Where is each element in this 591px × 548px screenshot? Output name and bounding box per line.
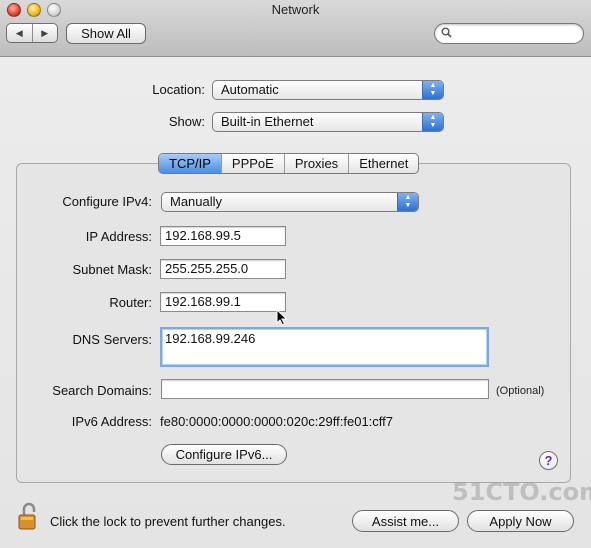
router-label: Router: bbox=[109, 295, 152, 310]
popup-arrows-icon: ▲ ▼ bbox=[422, 113, 443, 131]
location-value: Automatic bbox=[221, 82, 279, 97]
back-button[interactable]: ◀ bbox=[7, 24, 33, 42]
show-label: Show: bbox=[168, 114, 205, 129]
back-forward-control: ◀ ▶ bbox=[6, 23, 58, 43]
right-arrow-icon: ▶ bbox=[41, 27, 49, 38]
ipv6-address-label: IPv6 Address: bbox=[71, 414, 152, 429]
popup-arrows-icon: ▲ ▼ bbox=[397, 193, 418, 211]
lock-icon[interactable] bbox=[17, 502, 41, 530]
show-value: Built-in Ethernet bbox=[221, 114, 314, 129]
search-icon bbox=[441, 27, 452, 41]
configure-ipv4-label: Configure IPv4: bbox=[62, 194, 152, 209]
question-mark-icon: ? bbox=[544, 453, 553, 468]
search-domains-label: Search Domains: bbox=[52, 383, 152, 398]
configure-ipv6-button[interactable]: Configure IPv6... bbox=[161, 444, 287, 465]
tab-ethernet[interactable]: Ethernet bbox=[349, 154, 418, 173]
tab-bar: TCP/IP PPPoE Proxies Ethernet bbox=[158, 153, 420, 174]
popup-arrows-icon: ▲ ▼ bbox=[422, 81, 443, 99]
dns-servers-field[interactable]: 192.168.99.246 bbox=[160, 327, 489, 367]
lock-message: Click the lock to prevent further change… bbox=[50, 514, 286, 529]
configure-ipv4-value: Manually bbox=[170, 194, 223, 209]
left-arrow-icon: ◀ bbox=[15, 27, 23, 38]
show-all-button[interactable]: Show All bbox=[66, 23, 146, 44]
search-field[interactable] bbox=[434, 23, 584, 44]
apply-now-button[interactable]: Apply Now bbox=[467, 510, 574, 532]
location-popup[interactable]: Automatic ▲ ▼ bbox=[212, 80, 444, 100]
tab-tcpip[interactable]: TCP/IP bbox=[159, 154, 222, 173]
ip-address-label: IP Address: bbox=[85, 229, 152, 244]
subnet-mask-field[interactable]: 255.255.255.0 bbox=[160, 259, 286, 279]
window-titlebar: Network ◀ ▶ Show All bbox=[0, 0, 591, 57]
configure-ipv4-popup[interactable]: Manually ▲ ▼ bbox=[161, 192, 419, 212]
optional-hint: (Optional) bbox=[496, 385, 545, 397]
ipv6-address-value: fe80:0000:0000:0000:020c:29ff:fe01:cff7 bbox=[160, 414, 394, 429]
search-domains-field[interactable] bbox=[161, 379, 489, 399]
help-button[interactable]: ? bbox=[539, 451, 558, 470]
dns-servers-label: DNS Servers: bbox=[72, 332, 152, 347]
location-label: Location: bbox=[152, 82, 205, 97]
router-field[interactable]: 192.168.99.1 bbox=[160, 292, 286, 312]
tab-pppoe[interactable]: PPPoE bbox=[222, 154, 285, 173]
show-popup[interactable]: Built-in Ethernet ▲ ▼ bbox=[212, 112, 444, 132]
watermark-logo: 51CTO.com bbox=[452, 478, 591, 506]
mouse-cursor-icon bbox=[276, 309, 288, 326]
window-title: Network bbox=[271, 2, 320, 17]
ip-address-field[interactable]: 192.168.99.5 bbox=[160, 226, 286, 246]
subnet-mask-label: Subnet Mask: bbox=[72, 262, 153, 277]
tab-proxies[interactable]: Proxies bbox=[285, 154, 350, 173]
assist-me-button[interactable]: Assist me... bbox=[352, 510, 459, 532]
forward-button[interactable]: ▶ bbox=[33, 24, 58, 42]
